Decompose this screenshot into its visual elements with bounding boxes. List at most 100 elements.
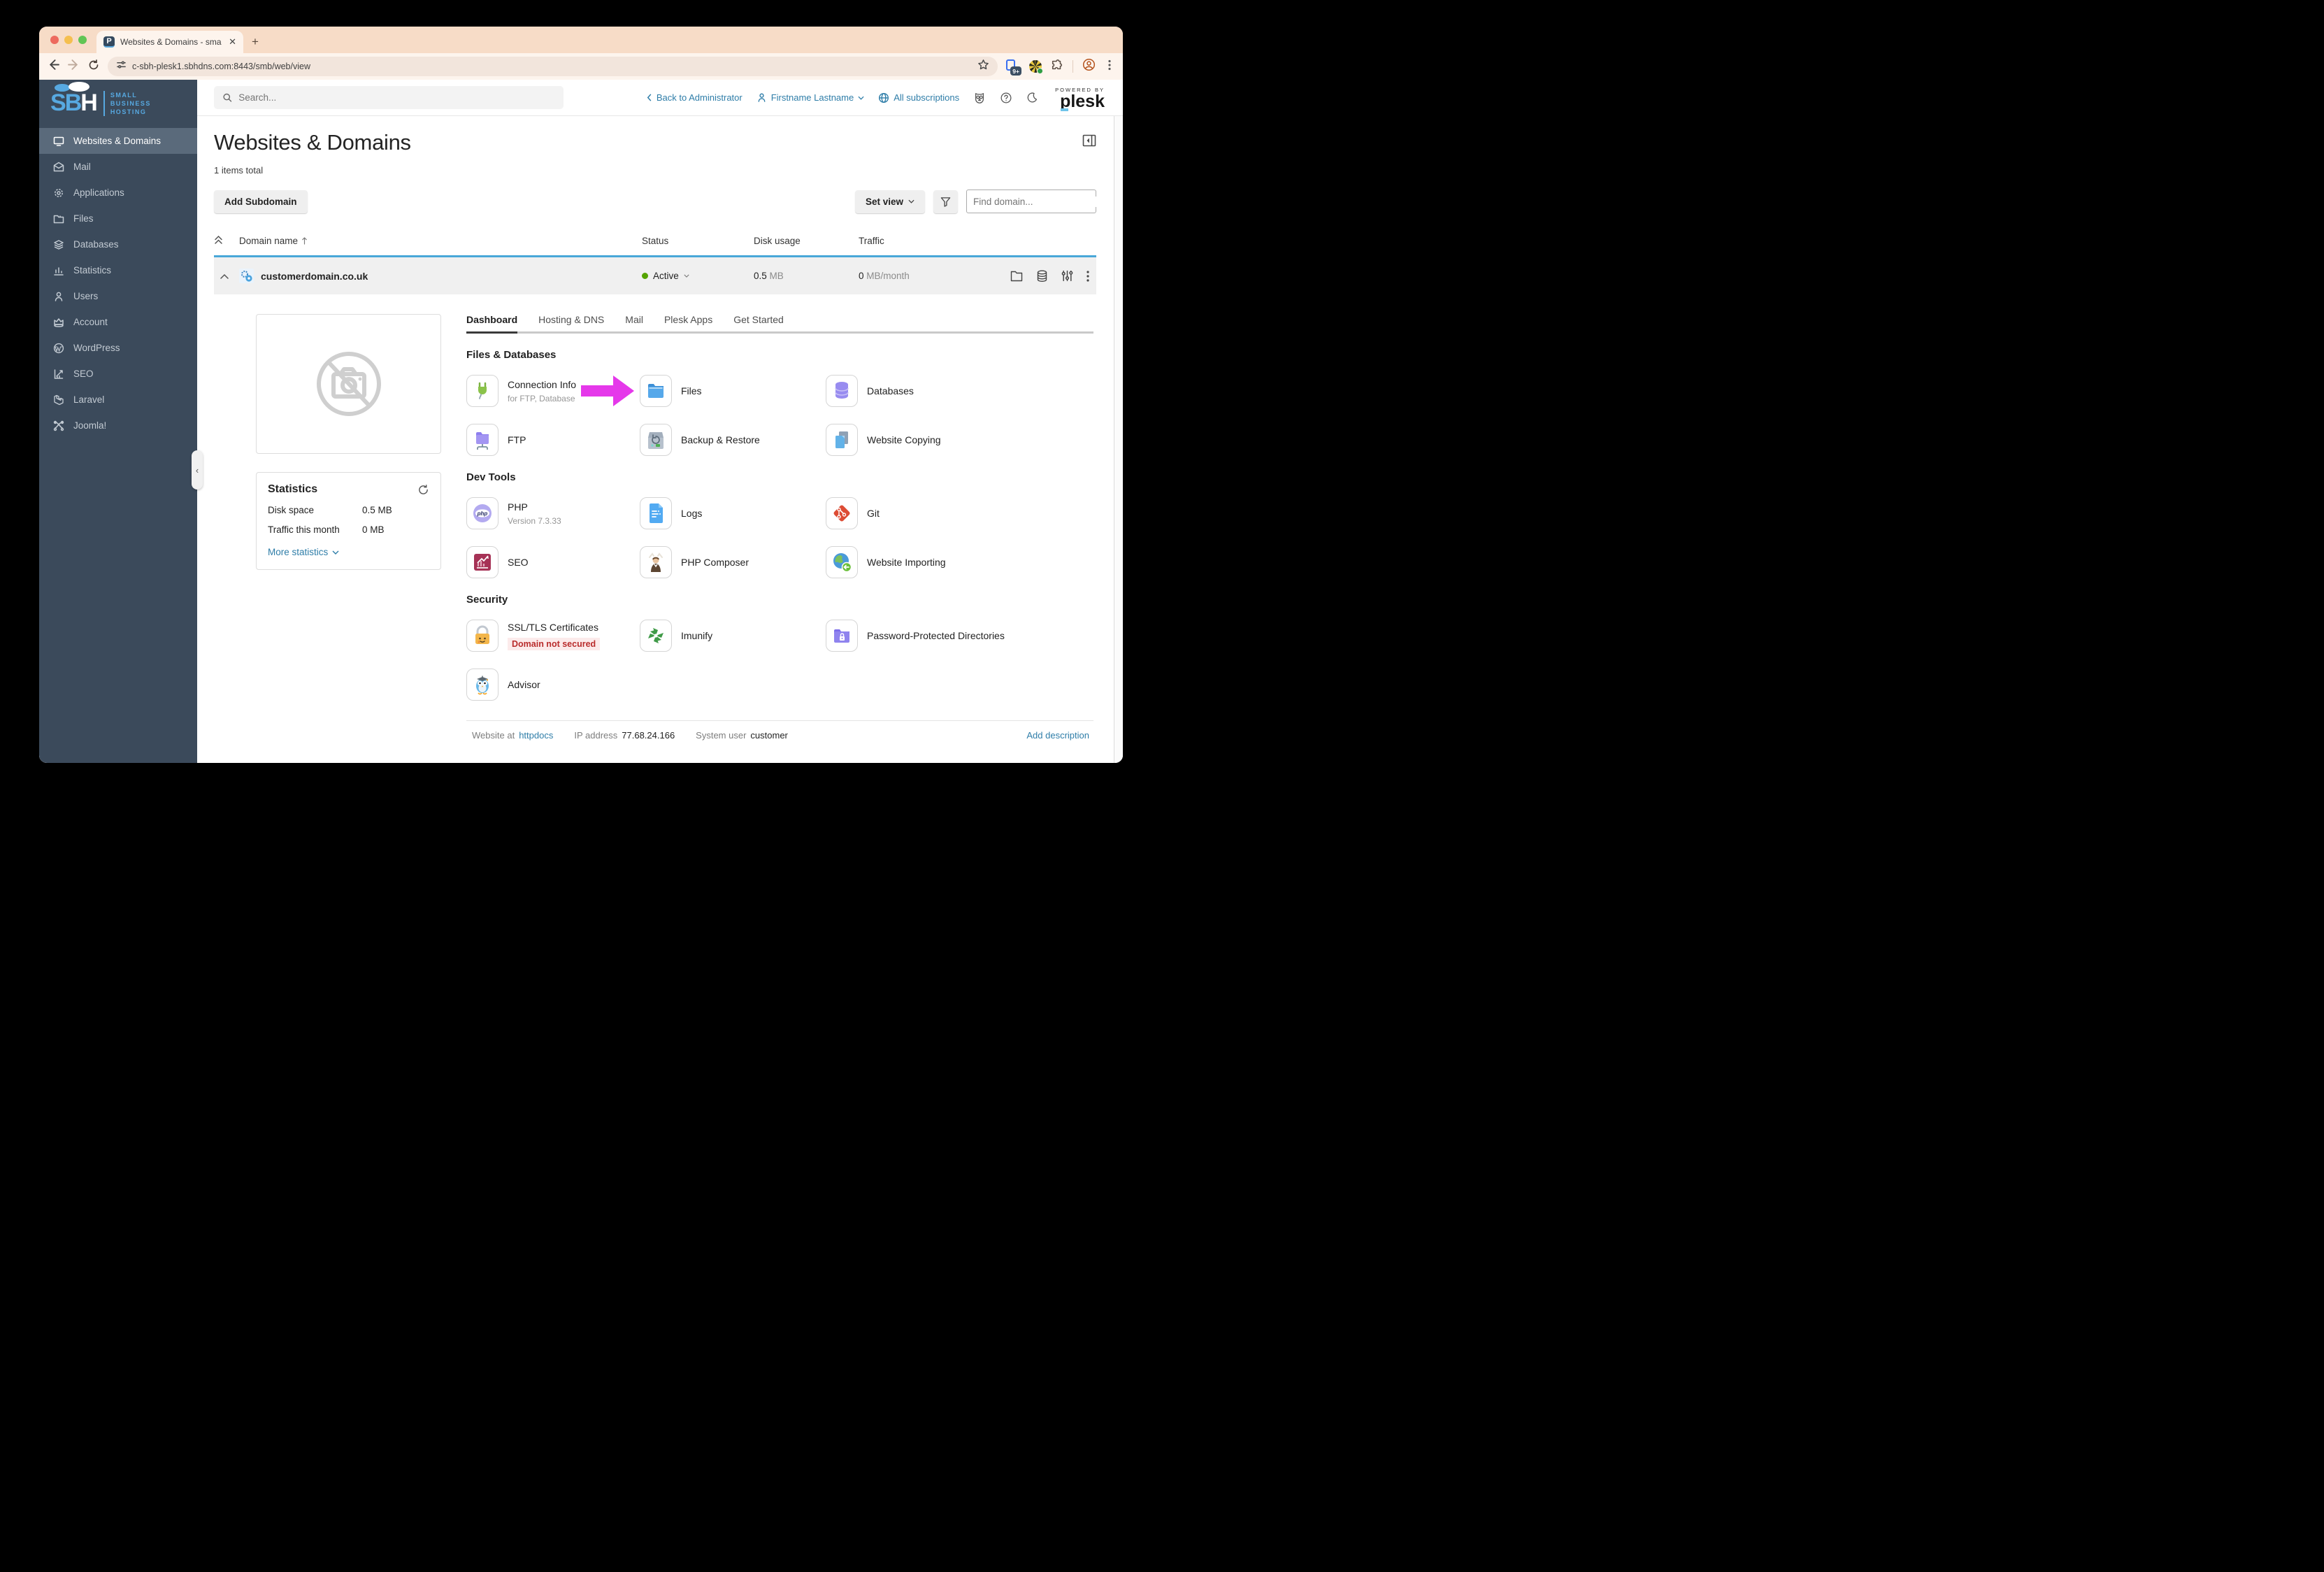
item-label: SEO bbox=[508, 556, 529, 568]
zoom-window-button[interactable] bbox=[78, 36, 87, 44]
domain-disk-usage: 0.5 MB bbox=[754, 271, 784, 281]
sidebar-item-statistics[interactable]: Statistics bbox=[39, 257, 197, 283]
item-databases[interactable]: Databases bbox=[826, 375, 1093, 407]
add-subdomain-button[interactable]: Add Subdomain bbox=[214, 190, 308, 213]
extension-avatar-icon[interactable] bbox=[1029, 60, 1043, 74]
httpdocs-link[interactable]: httpdocs bbox=[519, 730, 553, 741]
gear-icon bbox=[55, 188, 63, 197]
sidebar-item-files[interactable]: Files bbox=[39, 206, 197, 231]
find-domain-box bbox=[966, 190, 1097, 213]
item-website-importing[interactable]: Website Importing bbox=[826, 546, 1093, 578]
item-ftp[interactable]: FTP bbox=[466, 424, 640, 456]
item-advisor[interactable]: Advisor bbox=[466, 669, 640, 701]
kebab-menu-icon[interactable] bbox=[1086, 270, 1089, 282]
sidebar-item-label: Files bbox=[73, 213, 94, 224]
reload-icon[interactable] bbox=[88, 59, 99, 74]
item-seo[interactable]: SEO bbox=[466, 546, 640, 578]
sidebar-item-databases[interactable]: Databases bbox=[39, 231, 197, 257]
browser-profile-icon[interactable] bbox=[1082, 58, 1096, 75]
back-to-administrator-link[interactable]: Back to Administrator bbox=[647, 92, 743, 103]
filter-button[interactable] bbox=[933, 190, 958, 213]
sidebar-item-applications[interactable]: Applications bbox=[39, 180, 197, 206]
settings-sliders-icon[interactable] bbox=[1061, 270, 1073, 282]
domain-status[interactable]: Active bbox=[642, 271, 754, 281]
column-disk-usage[interactable]: Disk usage bbox=[754, 236, 859, 246]
new-tab-button[interactable]: + bbox=[252, 35, 259, 49]
item-password-protected-directories[interactable]: Password-Protected Directories bbox=[826, 620, 1093, 652]
column-traffic[interactable]: Traffic bbox=[859, 236, 998, 246]
user-menu[interactable]: Firstname Lastname bbox=[756, 92, 865, 103]
statistics-title: Statistics bbox=[268, 483, 318, 495]
address-bar[interactable]: c-sbh-plesk1.sbhdns.com:8443/smb/web/vie… bbox=[108, 57, 998, 76]
sidebar-item-joomla[interactable]: Joomla! bbox=[39, 413, 197, 438]
back-icon[interactable] bbox=[48, 59, 59, 74]
section-dev-tools: Dev Tools bbox=[466, 471, 516, 483]
minimize-window-button[interactable] bbox=[64, 36, 73, 44]
collapse-all-icon[interactable] bbox=[214, 235, 239, 247]
tab-mail[interactable]: Mail bbox=[625, 314, 643, 334]
plesk-favicon: P bbox=[103, 36, 115, 48]
domain-name-link[interactable]: customerdomain.co.uk bbox=[261, 271, 368, 282]
sidebar-item-account[interactable]: Account bbox=[39, 309, 197, 335]
refresh-icon[interactable] bbox=[417, 484, 429, 496]
item-logs[interactable]: Logs bbox=[640, 497, 826, 529]
close-window-button[interactable] bbox=[50, 36, 59, 44]
sidebar-item-seo[interactable]: SEO bbox=[39, 361, 197, 387]
item-imunify[interactable]: Imunify bbox=[640, 620, 826, 652]
seo-chart-icon bbox=[54, 369, 64, 379]
search-input[interactable] bbox=[238, 92, 555, 103]
collapse-panel-icon[interactable] bbox=[1082, 134, 1096, 150]
item-website-copying[interactable]: Website Copying bbox=[826, 424, 1093, 456]
more-statistics-link[interactable]: More statistics bbox=[268, 547, 429, 557]
forward-icon[interactable] bbox=[68, 59, 80, 74]
imunify-icon bbox=[640, 620, 672, 652]
item-backup-restore[interactable]: Backup & Restore bbox=[640, 424, 826, 456]
tab-get-started[interactable]: Get Started bbox=[733, 314, 784, 334]
site-preview-card[interactable] bbox=[256, 314, 441, 454]
scrollbar-track[interactable] bbox=[1114, 116, 1123, 763]
cloud-shape bbox=[55, 84, 70, 92]
dark-mode-moon-icon[interactable] bbox=[1026, 92, 1038, 103]
databases-icon[interactable] bbox=[1036, 270, 1048, 283]
tab-hosting-dns[interactable]: Hosting & DNS bbox=[538, 314, 604, 334]
plug-icon bbox=[466, 375, 498, 407]
browser-tab[interactable]: P Websites & Domains - smallbu ✕ bbox=[96, 31, 243, 53]
item-git[interactable]: Git bbox=[826, 497, 1093, 529]
add-description-link[interactable]: Add description bbox=[1026, 730, 1089, 741]
sidebar-item-mail[interactable]: Mail bbox=[39, 154, 197, 180]
system-user-label: System user bbox=[696, 730, 747, 741]
logo-letter-h: H bbox=[80, 90, 98, 116]
sidebar-item-users[interactable]: Users bbox=[39, 283, 197, 309]
plesk-app: SBH SMALL BUSINESS HOSTING Websites & Do… bbox=[39, 80, 1123, 763]
collapse-row-icon[interactable] bbox=[214, 270, 239, 283]
browser-menu-kebab-icon[interactable] bbox=[1105, 59, 1114, 74]
all-subscriptions-link[interactable]: All subscriptions bbox=[878, 92, 959, 103]
sidebar-item-label: Applications bbox=[73, 187, 124, 198]
global-search[interactable] bbox=[214, 86, 564, 109]
files-icon[interactable] bbox=[1010, 271, 1023, 282]
plesk-wordmark: plesk bbox=[1060, 91, 1105, 111]
globe-icon bbox=[879, 92, 889, 103]
page-title: Websites & Domains bbox=[214, 130, 411, 155]
item-php[interactable]: php PHP Version 7.3.33 bbox=[466, 497, 640, 529]
column-status[interactable]: Status bbox=[642, 236, 754, 246]
site-info-icon[interactable] bbox=[116, 59, 127, 73]
sidebar-item-wordpress[interactable]: WordPress bbox=[39, 335, 197, 361]
mascot-owl-icon[interactable] bbox=[973, 92, 986, 104]
tab-plesk-apps[interactable]: Plesk Apps bbox=[664, 314, 712, 334]
plesk-logo: POWERED BY plesk bbox=[1055, 87, 1105, 111]
bookmarks-extension-icon[interactable]: 9+ bbox=[1006, 59, 1021, 76]
item-files[interactable]: Files bbox=[581, 375, 826, 407]
tab-dashboard[interactable]: Dashboard bbox=[466, 314, 518, 334]
column-domain-name[interactable]: Domain name bbox=[239, 236, 642, 246]
item-ssl-tls-certificates[interactable]: SSL/TLS Certificates Domain not secured bbox=[466, 620, 640, 652]
help-icon[interactable] bbox=[1000, 92, 1012, 104]
bookmark-star-icon[interactable] bbox=[977, 59, 989, 74]
sidebar-item-websites-domains[interactable]: Websites & Domains bbox=[39, 128, 197, 154]
extensions-puzzle-icon[interactable] bbox=[1051, 59, 1063, 75]
item-php-composer[interactable]: PHP Composer bbox=[640, 546, 826, 578]
close-tab-icon[interactable]: ✕ bbox=[227, 36, 238, 48]
sidebar-item-laravel[interactable]: Laravel bbox=[39, 387, 197, 413]
set-view-button[interactable]: Set view bbox=[854, 190, 925, 213]
find-domain-input[interactable] bbox=[973, 196, 1097, 207]
